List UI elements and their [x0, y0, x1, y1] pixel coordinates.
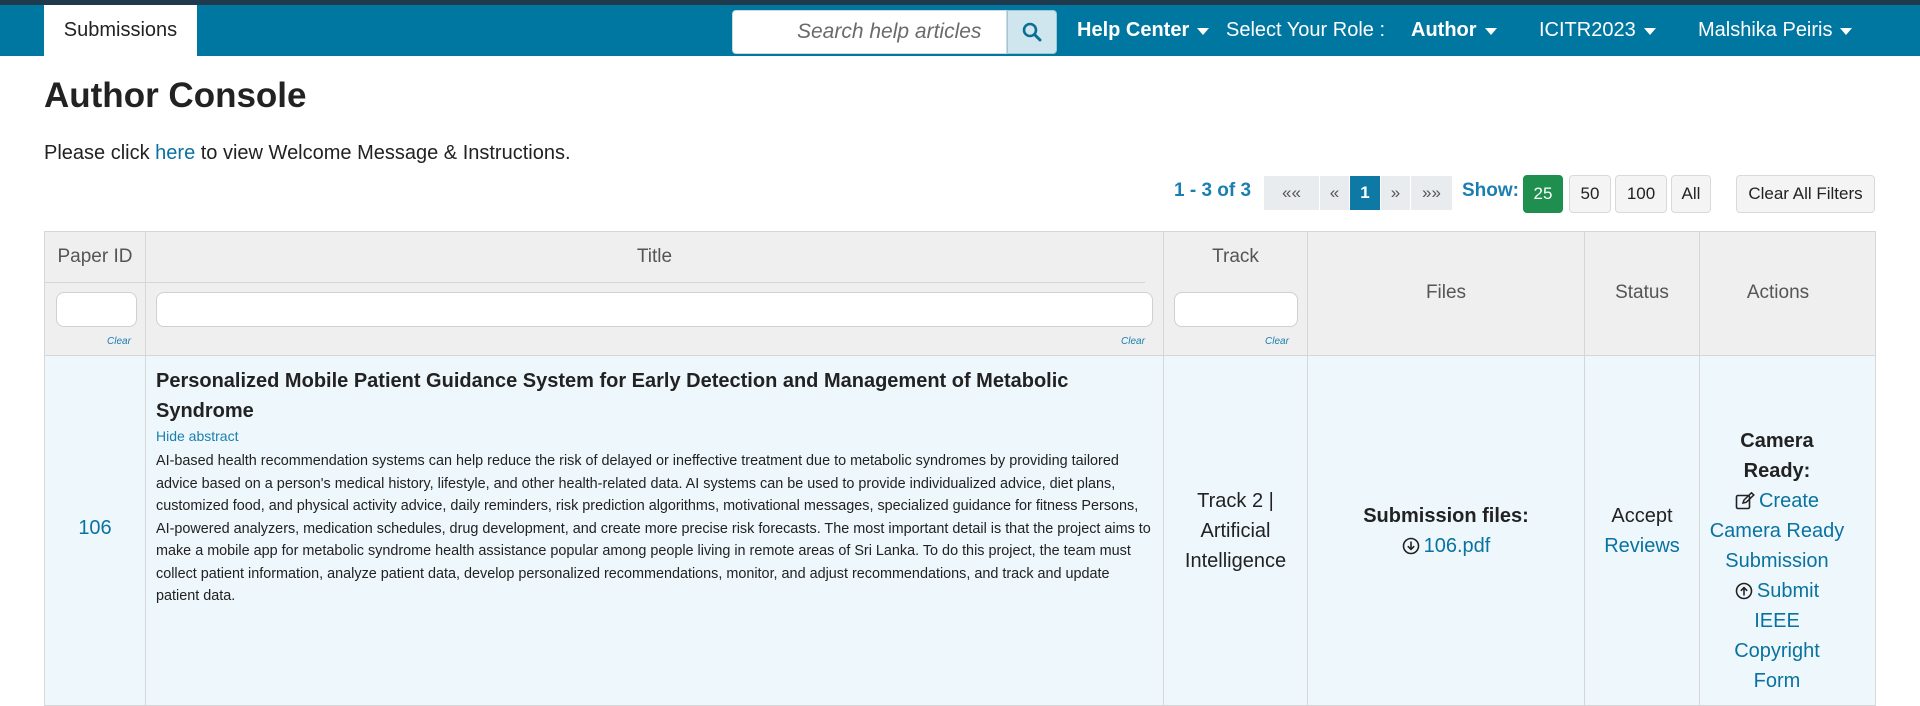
tab-submissions[interactable]: Submissions — [44, 5, 197, 56]
header-title-label: Title — [636, 246, 673, 267]
create-camera-ready-label: Create Camera Ready Submission — [1709, 490, 1845, 572]
title-filter-input[interactable] — [156, 292, 1153, 327]
search-icon — [1022, 22, 1042, 42]
track-line-3: Intelligence — [1184, 550, 1287, 572]
paper-id-filter-clear[interactable]: Clear — [107, 336, 131, 347]
track-line-2: Artificial — [1200, 520, 1271, 542]
result-range: 1 - 3 of 3 — [1174, 180, 1252, 201]
track-filter-clear[interactable]: Clear — [1265, 336, 1289, 347]
reviews-link[interactable]: Reviews — [1585, 531, 1699, 561]
next-page-button[interactable]: » — [1381, 176, 1411, 210]
chevron-down-icon — [1197, 28, 1210, 35]
welcome-prefix: Please click — [44, 142, 156, 164]
show-label: Show: — [1462, 180, 1519, 201]
title-filter-clear[interactable]: Clear — [1121, 336, 1145, 347]
cell-status: Accept Reviews — [1585, 355, 1700, 705]
chevron-down-icon — [1484, 28, 1497, 35]
chevron-down-icon — [1840, 28, 1853, 35]
cell-track: Track 2 | Artificial Intelligence — [1164, 355, 1308, 705]
search-button[interactable] — [1007, 10, 1057, 54]
role-label: Select Your Role : — [1226, 19, 1385, 41]
page-1-button[interactable]: 1 — [1350, 176, 1381, 210]
header-paper-id-label: Paper ID — [57, 246, 133, 267]
page-size-25-button[interactable]: 25 — [1523, 175, 1563, 213]
submission-files-label: Submission files: — [1363, 505, 1529, 527]
header-actions: Actions — [1700, 232, 1875, 355]
hide-abstract-link[interactable]: Hide abstract — [156, 428, 238, 444]
file-name: 106.pdf — [1423, 535, 1491, 557]
welcome-suffix: to view Welcome Message & Instructions. — [195, 142, 571, 164]
camera-ready-label: Camera Ready: — [1740, 430, 1814, 482]
help-center-menu[interactable]: Help Center — [1077, 5, 1210, 56]
edit-icon — [1735, 492, 1755, 510]
header-title: Title Clear — [146, 232, 1164, 355]
header-files-label: Files — [1425, 282, 1467, 303]
header-divider — [45, 282, 1145, 283]
user-menu[interactable]: Malshika Peiris — [1698, 5, 1853, 56]
cell-paper-id: 106 — [45, 355, 146, 705]
pagination: «« « 1 » »» — [1264, 176, 1453, 210]
header-track: Track Clear — [1164, 232, 1308, 355]
submit-copyright-link[interactable]: Submit IEEE Copyright Form — [1722, 576, 1832, 696]
conference-value: ICITR2023 — [1539, 19, 1636, 41]
paper-id-link[interactable]: 106 — [45, 517, 145, 540]
header-status: Status — [1585, 232, 1700, 355]
chevron-down-icon — [1643, 28, 1656, 35]
create-camera-ready-link[interactable]: Create Camera Ready Submission — [1702, 486, 1852, 576]
first-page-button[interactable]: «« — [1264, 176, 1320, 210]
paper-id-filter-input[interactable] — [56, 292, 137, 327]
upload-icon — [1735, 582, 1753, 600]
track-filter-input[interactable] — [1174, 292, 1298, 327]
status-value: Accept — [1611, 505, 1673, 527]
header-actions-label: Actions — [1746, 282, 1810, 303]
cell-files: Submission files: 106.pdf — [1308, 355, 1585, 705]
help-center-label: Help Center — [1077, 19, 1190, 41]
page-size-100-button[interactable]: 100 — [1615, 175, 1667, 213]
cell-actions: Camera Ready: Create Camera Ready Submis… — [1700, 355, 1875, 705]
download-icon — [1402, 537, 1419, 555]
header-paper-id: Paper ID Clear — [45, 232, 146, 355]
welcome-message: Please click here to view Welcome Messag… — [44, 142, 571, 165]
file-download-link[interactable]: 106.pdf — [1308, 531, 1584, 561]
page-size-50-button[interactable]: 50 — [1569, 175, 1611, 213]
header-files: Files — [1308, 232, 1585, 355]
header-status-label: Status — [1615, 282, 1669, 303]
search-field[interactable] — [732, 10, 1007, 54]
search-input[interactable] — [797, 20, 997, 44]
cell-title: Personalized Mobile Patient Guidance Sys… — [146, 355, 1164, 705]
track-line-1: Track 2 | — [1197, 490, 1274, 512]
clear-all-filters-button[interactable]: Clear All Filters — [1736, 175, 1875, 213]
role-menu[interactable]: Author — [1411, 5, 1497, 56]
top-navbar: Submissions Help Center Select Your Role… — [0, 5, 1920, 56]
page-title: Author Console — [44, 76, 307, 115]
welcome-link[interactable]: here — [155, 142, 195, 164]
header-track-label: Track — [1212, 246, 1259, 267]
paper-abstract: AI-based health recommendation systems c… — [156, 453, 1151, 604]
role-value: Author — [1411, 19, 1477, 41]
submissions-table: Paper ID Clear Title Clear Track Clear F… — [44, 231, 1876, 706]
page-size-all-button[interactable]: All — [1671, 175, 1711, 213]
prev-page-button[interactable]: « — [1320, 176, 1350, 210]
user-name: Malshika Peiris — [1698, 19, 1833, 41]
paper-title: Personalized Mobile Patient Guidance Sys… — [156, 370, 1069, 422]
conference-menu[interactable]: ICITR2023 — [1539, 5, 1656, 56]
last-page-button[interactable]: »» — [1411, 176, 1453, 210]
